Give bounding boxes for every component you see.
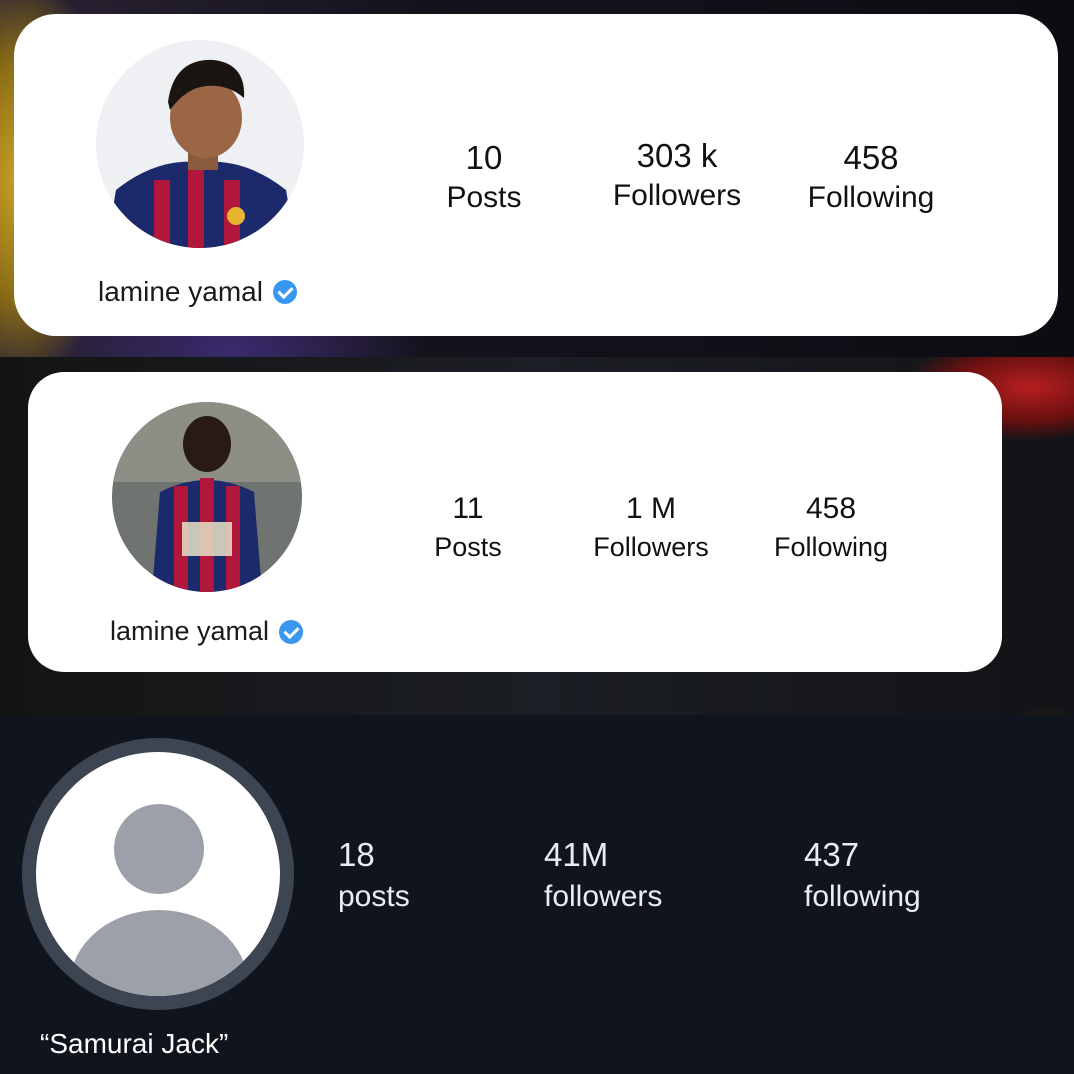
stat-followers[interactable]: 303 k Followers [592,136,762,216]
stat-posts[interactable]: 18 posts [338,834,410,918]
stat-following-label: Following [807,181,935,214]
stat-following-count: 437 [804,836,860,873]
stat-followers-count: 41M [544,836,609,873]
stat-following-count: 458 [843,139,899,176]
avatar-body-shape [70,910,248,996]
stat-following-count: 458 [805,492,857,525]
profile-photo-icon [96,40,304,248]
stat-posts-label: Posts [446,181,522,214]
profile-username: lamine yamal [110,616,304,647]
profile-display-name: “Samurai Jack” [40,1028,229,1059]
username-text: lamine yamal [98,276,263,307]
profile-header-card-1: 10 Posts 303 k Followers 458 Following l… [14,14,1058,336]
stat-following[interactable]: 458 Following [756,490,906,566]
profile-username: lamine yamal [98,276,297,308]
stat-posts[interactable]: 10 Posts [414,138,554,218]
stat-followers[interactable]: 1 M Followers [576,490,726,566]
stat-following-label: following [804,880,921,913]
stat-posts-count: 11 [452,492,484,525]
avatar-head-shape [114,804,204,894]
profile-avatar[interactable] [96,40,304,248]
verified-badge-icon [279,619,304,644]
stat-posts-count: 10 [465,139,503,176]
stat-following-label: Following [773,532,889,562]
profile-avatar[interactable] [112,402,302,592]
stat-followers-count: 303 k [636,137,718,174]
stat-posts-count: 18 [338,836,375,873]
stat-following[interactable]: 437 following [804,834,921,918]
stat-followers-count: 1 M [625,492,676,525]
stat-posts-label: posts [338,880,410,913]
stat-posts[interactable]: 11 Posts [408,490,528,566]
stat-following[interactable]: 458 Following [786,138,956,218]
username-text: lamine yamal [110,616,270,646]
stat-followers-label: Followers [593,532,709,562]
profile-header-card-2: 11 Posts 1 M Followers 458 Following lam… [28,372,1002,672]
stat-followers[interactable]: 41M followers [544,834,662,918]
stat-followers-label: Followers [612,179,742,212]
profile-photo-icon [112,402,302,592]
verified-badge-icon [272,280,297,304]
stat-followers-label: followers [544,880,663,913]
default-user-icon[interactable] [36,752,280,996]
stat-posts-label: Posts [434,532,502,562]
